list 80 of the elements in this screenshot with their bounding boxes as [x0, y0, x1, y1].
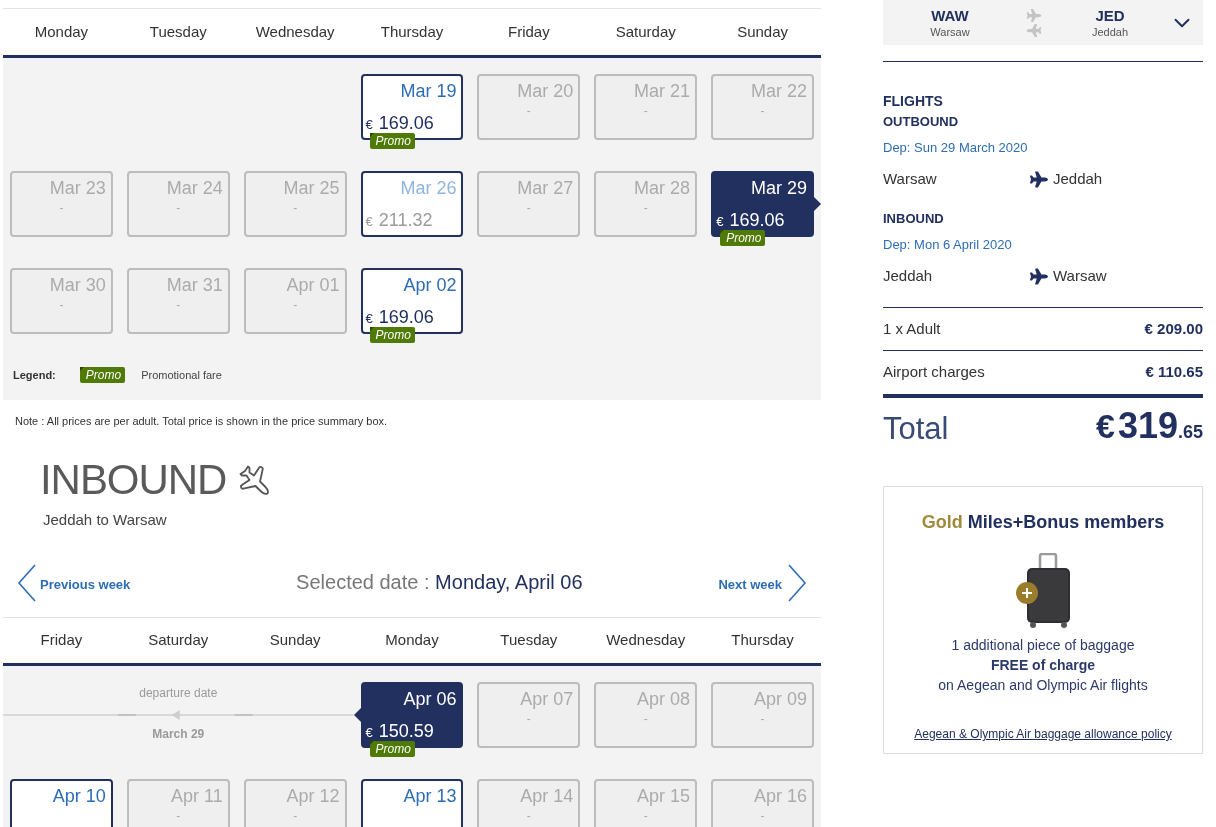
- date-cell[interactable]: Apr 13: [360, 779, 464, 827]
- date-cell: Mar 23 -: [10, 171, 113, 237]
- destination-code: JED: [1095, 6, 1125, 25]
- leg-title: OUTBOUND: [883, 114, 959, 130]
- date-cell: Mar 25 -: [243, 171, 347, 237]
- plane-icon: [1026, 23, 1042, 37]
- section-heading: INBOUND: [40, 456, 227, 504]
- leg-title: INBOUND: [883, 211, 944, 227]
- weekday-label: Sunday: [737, 21, 788, 42]
- chevron-left-icon: [17, 564, 37, 602]
- departure-date: Dep: Mon 6 April 2020: [883, 236, 1012, 254]
- weekday-label: Thursday: [380, 21, 444, 42]
- date-cell: Apr 15 -: [594, 779, 698, 827]
- weekday-label: Tuesday: [500, 630, 558, 651]
- price-amount: € 110.65: [1145, 362, 1203, 383]
- date-cell: Apr 14 -: [477, 779, 581, 827]
- route-text: Jeddah to Warsaw: [43, 510, 167, 530]
- route-selector[interactable]: WAW Warsaw JED Jeddah: [883, 0, 1203, 45]
- date-cell: Apr 07 -: [477, 682, 581, 748]
- weekday-label: Saturday: [615, 21, 676, 42]
- date-cell[interactable]: Apr 10: [10, 779, 113, 827]
- origin-city: Warsaw: [930, 24, 970, 39]
- date-cell: Mar 30 -: [10, 268, 113, 334]
- promo-badge: Promo: [369, 133, 415, 149]
- weekday-label: Monday: [385, 630, 439, 651]
- promo-badge: Promo: [369, 741, 415, 757]
- date-cell: Mar 27 -: [477, 171, 581, 237]
- weekday-label: Friday: [40, 630, 83, 651]
- date-cell: Apr 09 -: [711, 682, 814, 748]
- legend-label: Legend:: [13, 367, 56, 383]
- leg-origin: Jeddah: [883, 265, 934, 286]
- promo-badge: Promo: [369, 327, 415, 343]
- card-title: Gold Miles+Bonus members: [921, 511, 1165, 533]
- date-cell: Apr 16 -: [711, 779, 814, 827]
- date-cell: Mar 24 -: [126, 171, 230, 237]
- weekday-label: Wednesday: [606, 630, 686, 651]
- flights-heading: FLIGHTS: [883, 92, 943, 110]
- date-cell: Apr 12 -: [243, 779, 347, 827]
- marker-date: March 29: [152, 727, 205, 741]
- date-cell: Mar 20 -: [477, 74, 581, 140]
- total-label: Total: [883, 411, 949, 447]
- destination-city: Jeddah: [1091, 24, 1129, 39]
- previous-week-link[interactable]: Previous week: [17, 562, 131, 602]
- price-amount: € 209.00: [1144, 318, 1203, 339]
- weekday-label: Thursday: [731, 630, 794, 651]
- date-cell: Mar 22 -: [711, 74, 814, 140]
- total-price: €319.65: [1095, 406, 1203, 448]
- leg-destination: Warsaw: [1053, 265, 1107, 286]
- date-cell: Apr 08 -: [594, 682, 698, 748]
- plane-icon: [1030, 267, 1048, 285]
- promo-badge: Promo: [720, 230, 766, 246]
- plane-icon: [1030, 170, 1048, 188]
- price-label: Airport charges: [883, 362, 985, 383]
- price-note: Note : All prices are per adult. Total price is shown in the price summary box.: [15, 414, 388, 428]
- promo-badge: Promo: [79, 367, 126, 383]
- date-cell: Mar 31 -: [126, 268, 230, 334]
- legend-text: Promotional fare: [141, 367, 222, 383]
- weekday-label: Wednesday: [255, 21, 335, 42]
- policy-link[interactable]: Aegean & Olympic Air baggage allowance policy: [914, 725, 1172, 743]
- date-cell: Mar 28 -: [594, 171, 698, 237]
- weekday-label: Saturday: [148, 630, 209, 651]
- leg-destination: Jeddah: [1053, 168, 1103, 189]
- next-week-link[interactable]: Next week: [718, 562, 807, 602]
- benefit-text: 1 additional piece of baggage FREE of charge on Aegean and Olympic Air flights: [938, 636, 1148, 695]
- weekday-label: Sunday: [269, 630, 321, 651]
- price-label: 1 x Adult: [883, 318, 941, 339]
- selected-date-text: Selected date : Monday, April 06: [296, 570, 583, 594]
- origin-code: WAW: [931, 6, 969, 25]
- suitcase-icon: [1014, 553, 1072, 629]
- date-cell: Apr 01 -: [243, 268, 347, 334]
- date-cell: Apr 11 -: [126, 779, 230, 827]
- departure-date: Dep: Sun 29 March 2020: [883, 139, 1028, 157]
- marker-label: departure date: [139, 686, 218, 700]
- weekday-label: Friday: [508, 21, 550, 42]
- chevron-right-icon: [787, 564, 807, 602]
- weekday-label: Tuesday: [149, 21, 207, 42]
- leg-origin: Warsaw: [883, 168, 938, 189]
- weekday-label: Monday: [34, 21, 89, 42]
- date-cell: Mar 21 -: [594, 74, 698, 140]
- plane-icon: [1026, 8, 1042, 22]
